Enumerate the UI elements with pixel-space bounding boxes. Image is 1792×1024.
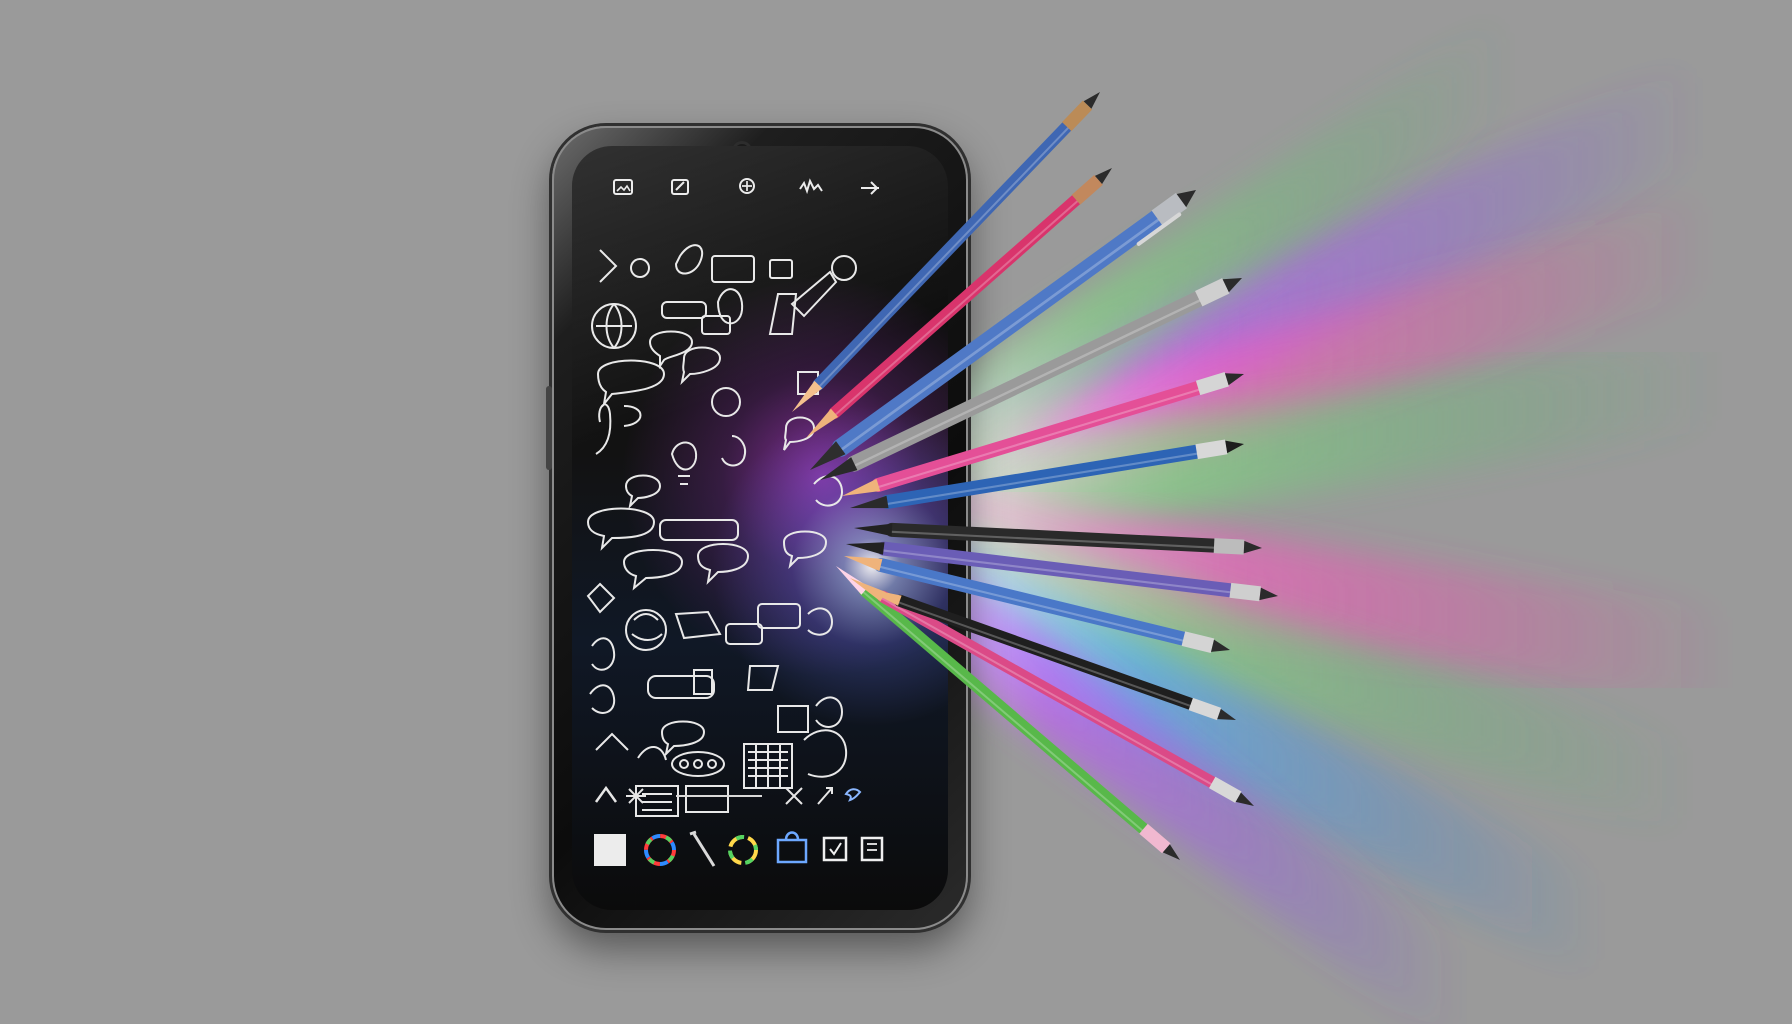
grid-lines-glyph [748,744,788,788]
speech-bubble-glyph [596,359,666,408]
sketch-area [586,244,857,817]
pencil-sketch-glyph [790,270,838,318]
diamond-glyph [586,582,616,614]
label-box-glyph [659,519,739,541]
globe-glyph [625,609,667,651]
swirl-glyph [803,729,848,778]
pen-collar [1195,372,1229,396]
pen-stroke-icon [817,787,833,805]
globe-lines [631,613,663,641]
dot-glyph [679,759,689,769]
hook-glyph [591,637,616,671]
dot-glyph [693,759,703,769]
top-icon-row [613,178,879,195]
pen-collar [1213,538,1245,555]
circle-glyph [831,255,857,281]
side-button [546,386,552,470]
dialog-box-glyph [674,610,722,640]
chevron-glyph [599,249,618,283]
checkbox-icon[interactable] [822,836,848,862]
speech-bubble-glyph [783,416,816,451]
speech-bubble-glyph [622,549,684,591]
swirl-glyph [589,684,616,714]
speech-bubble-glyph [696,543,750,585]
swirl-glyph [813,475,844,507]
tool-bar [594,830,884,867]
spark-icon [626,786,646,806]
dialog-box-glyph [757,603,801,629]
globe-lines [596,303,632,349]
speech-bubble-glyph [660,720,706,758]
label-box-glyph [661,301,707,319]
waveform-icon [799,178,823,195]
swirl-glyph [721,435,746,467]
speech-bubble-glyph [648,330,694,370]
label-box-glyph [725,623,763,645]
pen-collar [1195,278,1230,307]
pen-collar [1195,439,1228,460]
hook-glyph [595,403,612,455]
pen-collar [1229,582,1262,602]
arc-glyph [623,405,642,427]
chevron-glyph [595,732,629,751]
ribbon-glyph [674,244,703,275]
bird-icon [844,788,862,802]
image-icon [613,179,633,195]
speech-bubble-glyph [624,474,662,510]
bag-icon[interactable] [776,831,808,864]
text-lines-glyph [642,793,672,811]
circle-glyph [630,258,650,278]
rotate-icon [739,178,755,194]
arrow-icon [861,181,879,195]
swirl-glyph [807,607,834,636]
camera-glyph [711,387,741,417]
ring-icon[interactable] [728,835,758,865]
lightbulb-glyph [670,441,698,471]
small-box-glyph [701,315,731,335]
lamp-glyph [768,293,798,335]
ribbon-glyph [746,665,780,691]
phone-layer [546,126,968,930]
rectangle-glyph [777,705,809,733]
speech-bubble-glyph [680,346,722,386]
arc-glyph [637,746,667,761]
dialog-box-glyph [711,255,755,283]
rectangle-glyph [693,669,713,695]
chevron-icon [594,785,618,803]
edit-icon [671,179,689,195]
illustration-scene [0,0,1792,1024]
speech-bubble-glyph [782,530,828,570]
color-swatch-icon[interactable] [594,834,626,866]
rectangle-glyph [685,785,729,813]
pen-collar [1181,631,1215,654]
color-wheel-icon[interactable] [644,834,676,866]
lightbulb-base [678,475,690,485]
pen-tool-icon[interactable] [689,830,716,867]
speech-bubble-glyph [586,507,656,551]
rectangle-glyph [769,259,793,279]
swirl-glyph [815,696,844,728]
cross-icon [785,787,803,805]
dot-glyph [707,759,717,769]
note-icon[interactable] [860,836,884,862]
